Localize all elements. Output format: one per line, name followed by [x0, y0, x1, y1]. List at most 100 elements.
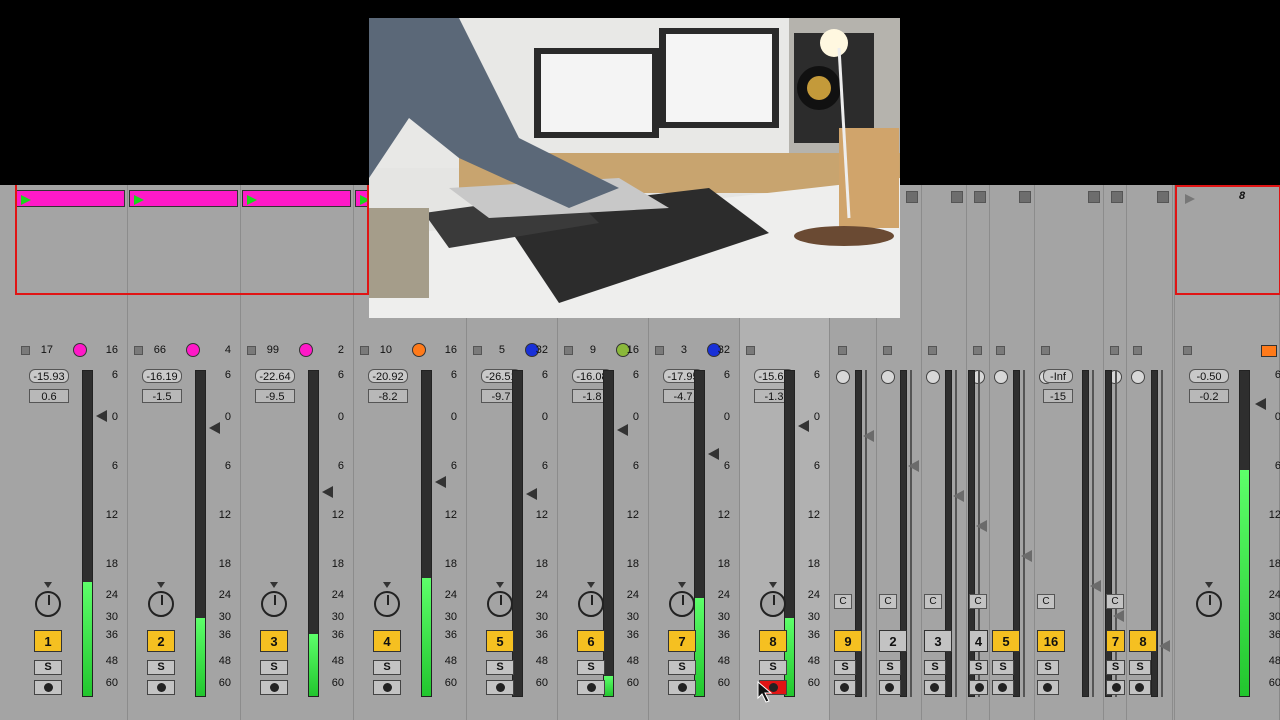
track-color-dot[interactable] — [299, 343, 313, 357]
send-toggle-button[interactable] — [881, 370, 895, 384]
play-clip-icon[interactable] — [134, 195, 144, 205]
volume-value-field[interactable]: 0.6 — [29, 389, 69, 403]
pan-knob[interactable] — [669, 591, 695, 617]
play-clip-icon[interactable] — [247, 195, 257, 205]
send-toggle-button[interactable] — [836, 370, 850, 384]
solo-button[interactable]: S — [834, 660, 856, 675]
track-activator-button[interactable]: 8 — [759, 630, 787, 652]
crossfade-assign-button[interactable]: C — [1106, 594, 1124, 609]
volume-value-field[interactable]: -9.5 — [255, 389, 295, 403]
clip-slot[interactable] — [16, 190, 125, 207]
arm-square-icon[interactable] — [838, 346, 847, 355]
track-activator-button[interactable]: 1 — [34, 630, 62, 652]
track-activator-button[interactable]: 3 — [260, 630, 288, 652]
solo-button[interactable]: S — [260, 660, 288, 675]
solo-button[interactable]: S — [879, 660, 901, 675]
arm-square-icon[interactable] — [1110, 346, 1119, 355]
track-activator-button[interactable]: 5 — [486, 630, 514, 652]
track-activator-button[interactable]: 7 — [668, 630, 696, 652]
master-clip-slot[interactable]: 8 — [1175, 185, 1280, 295]
clip-slot[interactable] — [242, 190, 351, 207]
arm-square-icon[interactable] — [21, 346, 30, 355]
pan-knob[interactable] — [261, 591, 287, 617]
arm-square-icon[interactable] — [1133, 346, 1142, 355]
crossfade-assign-button[interactable]: C — [834, 594, 852, 609]
stop-clip-button[interactable] — [951, 191, 963, 203]
arm-record-button[interactable] — [147, 680, 175, 695]
arm-square-icon[interactable] — [996, 346, 1005, 355]
solo-button[interactable]: S — [34, 660, 62, 675]
solo-button[interactable]: S — [969, 660, 988, 675]
arm-square-icon[interactable] — [473, 346, 482, 355]
solo-button[interactable]: S — [1037, 660, 1059, 675]
volume-value-field[interactable]: -1.5 — [142, 389, 182, 403]
stop-clip-button[interactable] — [1019, 191, 1031, 203]
pan-knob[interactable] — [35, 591, 61, 617]
return-activator-button[interactable]: 8 — [1129, 630, 1157, 652]
volume-fader-handle[interactable] — [435, 475, 446, 488]
track-color-dot[interactable] — [73, 343, 87, 357]
monitor-button[interactable] — [924, 680, 946, 695]
solo-button[interactable]: S — [759, 660, 787, 675]
solo-button[interactable]: S — [577, 660, 605, 675]
pan-knob[interactable] — [374, 591, 400, 617]
arm-record-button[interactable] — [577, 680, 605, 695]
arm-square-icon[interactable] — [655, 346, 664, 355]
peak-level-display[interactable]: -16.19 — [142, 369, 182, 383]
volume-fader-handle[interactable] — [1113, 610, 1124, 622]
stop-clip-button[interactable] — [906, 191, 918, 203]
crossfade-assign-button[interactable]: C — [879, 594, 897, 609]
arm-square-icon[interactable] — [883, 346, 892, 355]
peak-level-display[interactable]: -Inf — [1043, 369, 1073, 383]
return-activator-button[interactable]: 3 — [924, 630, 952, 652]
peak-level-display[interactable]: -20.92 — [368, 369, 408, 383]
track-activator-button[interactable]: 2 — [147, 630, 175, 652]
arm-square-icon[interactable] — [564, 346, 573, 355]
arm-square-icon[interactable] — [928, 346, 937, 355]
arm-square-icon[interactable] — [1041, 346, 1050, 355]
monitor-button[interactable] — [1037, 680, 1059, 695]
send-toggle-button[interactable] — [1131, 370, 1145, 384]
arm-square-icon[interactable] — [746, 346, 755, 355]
volume-value-field[interactable]: -15 — [1043, 389, 1073, 403]
pan-knob[interactable] — [148, 591, 174, 617]
solo-button[interactable]: S — [486, 660, 514, 675]
monitor-button[interactable] — [879, 680, 901, 695]
stop-clip-button[interactable] — [1157, 191, 1169, 203]
master-peak-display[interactable]: -0.50 — [1189, 369, 1229, 383]
arm-record-button[interactable] — [260, 680, 288, 695]
solo-button[interactable]: S — [147, 660, 175, 675]
return-activator-button[interactable]: 7 — [1106, 630, 1125, 652]
volume-fader-handle[interactable] — [322, 486, 333, 498]
volume-fader-handle[interactable] — [209, 422, 220, 434]
pan-knob[interactable] — [760, 591, 786, 617]
return-activator-button[interactable]: 4 — [969, 630, 988, 652]
crossfade-assign-button[interactable]: C — [924, 594, 942, 609]
master-io-square-icon[interactable] — [1183, 346, 1192, 355]
arm-square-icon[interactable] — [360, 346, 369, 355]
solo-button[interactable]: S — [992, 660, 1014, 675]
pan-knob[interactable] — [487, 591, 513, 617]
arm-square-icon[interactable] — [247, 346, 256, 355]
volume-value-field[interactable]: -8.2 — [368, 389, 408, 403]
master-pan-knob[interactable] — [1196, 591, 1222, 617]
pan-knob[interactable] — [578, 591, 604, 617]
crossfade-assign-button[interactable]: C — [969, 594, 987, 609]
play-clip-icon[interactable] — [21, 195, 31, 205]
monitor-button[interactable] — [969, 680, 988, 695]
solo-button[interactable]: S — [1106, 660, 1125, 675]
return-activator-button[interactable]: 9 — [834, 630, 862, 652]
volume-fader-handle[interactable] — [617, 424, 628, 437]
volume-fader-handle[interactable] — [708, 447, 719, 460]
track-activator-button[interactable]: 6 — [577, 630, 605, 652]
monitor-button[interactable] — [1106, 680, 1125, 695]
track-color-dot[interactable] — [186, 343, 200, 357]
solo-button[interactable]: S — [924, 660, 946, 675]
stop-clip-button[interactable] — [974, 191, 986, 203]
master-fader-handle[interactable] — [1255, 398, 1266, 410]
arm-record-button[interactable] — [34, 680, 62, 695]
master-cue-icon[interactable] — [1261, 345, 1277, 357]
arm-square-icon[interactable] — [134, 346, 143, 355]
solo-button[interactable]: S — [373, 660, 401, 675]
track-activator-button[interactable]: 4 — [373, 630, 401, 652]
